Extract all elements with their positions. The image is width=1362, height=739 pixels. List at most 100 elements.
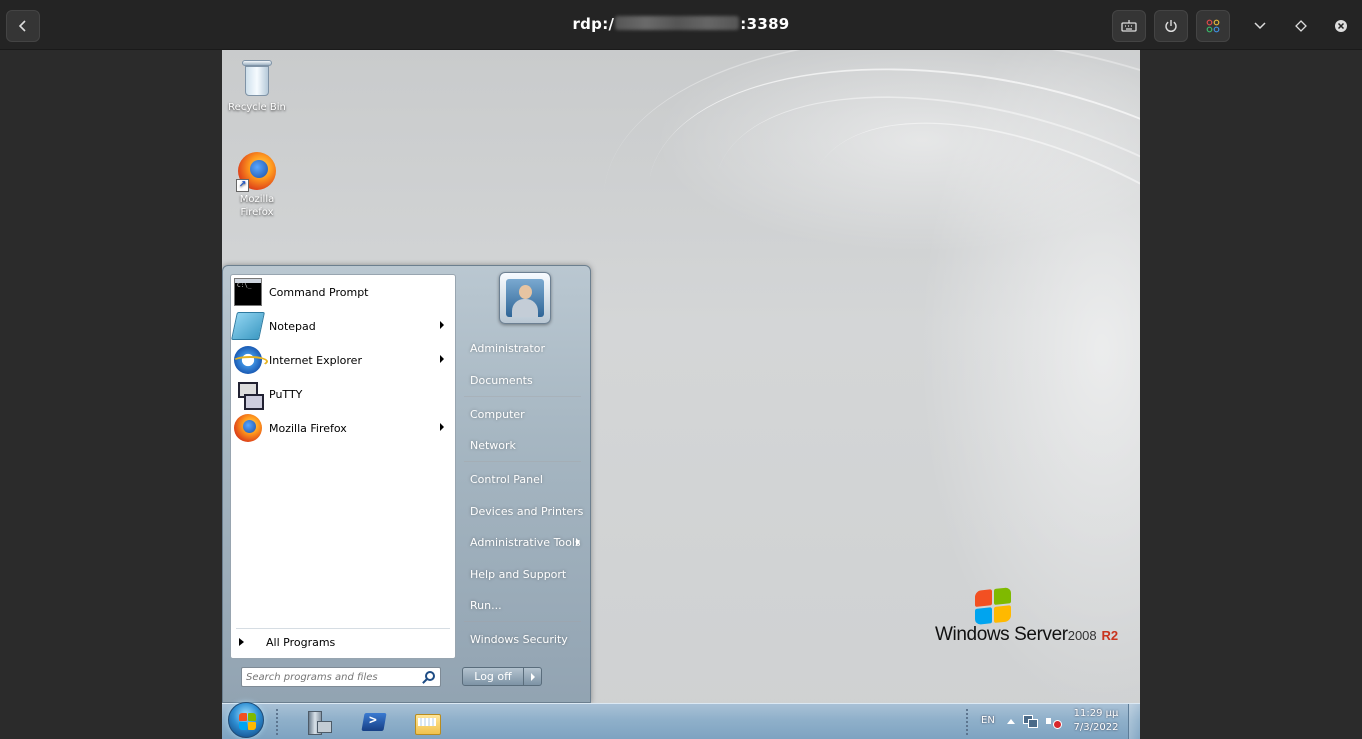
desktop-icon-firefox[interactable]: ↗ Mozilla Firefox <box>222 152 292 219</box>
program-label: Mozilla Firefox <box>269 421 347 435</box>
log-off-button[interactable]: Log off <box>462 667 524 686</box>
search-box[interactable] <box>241 667 441 687</box>
power-button[interactable] <box>1154 10 1188 42</box>
desktop-icon-recycle-bin[interactable]: Recycle Bin <box>222 58 292 114</box>
log-off-control: Log off <box>462 667 542 686</box>
title-suffix: :3389 <box>740 15 790 33</box>
power-icon <box>1165 20 1177 33</box>
redacted-address <box>615 16 740 30</box>
start-link-label: Windows Security <box>470 632 568 646</box>
windows-logo-icon <box>239 722 247 730</box>
all-programs-label: All Programs <box>266 635 336 649</box>
program-item-internet-explorer[interactable]: Internet Explorer <box>232 344 452 376</box>
start-link-label: Administrator <box>470 341 545 355</box>
remote-desktop[interactable]: Recycle Bin ↗ Mozilla Firefox Windows Se… <box>222 50 1140 739</box>
program-label: Internet Explorer <box>269 353 362 367</box>
start-link-help-and-support[interactable]: Help and Support <box>462 562 584 586</box>
user-avatar-icon <box>506 279 544 317</box>
start-menu: Command Prompt Notepad Internet Explorer… <box>222 265 591 703</box>
show-hidden-icons-icon[interactable] <box>1007 719 1015 724</box>
minimize-button[interactable] <box>1245 10 1275 42</box>
program-label: Command Prompt <box>269 285 369 299</box>
program-item-putty[interactable]: PuTTY <box>234 378 452 410</box>
brand-name: Windows Server <box>935 624 1068 645</box>
start-link-label: Computer <box>470 407 525 421</box>
start-link-label: Run... <box>470 598 502 612</box>
maximize-button[interactable] <box>1286 10 1316 42</box>
start-link-label: Network <box>470 438 516 452</box>
submenu-arrow-icon[interactable] <box>440 423 444 431</box>
triangle-right-icon <box>239 638 244 646</box>
submenu-arrow-icon[interactable] <box>440 355 444 363</box>
diamond-icon <box>1295 20 1307 32</box>
apps-button[interactable] <box>1196 10 1230 42</box>
programs-pane: Command Prompt Notepad Internet Explorer… <box>230 274 456 659</box>
desktop-icon-label: Recycle Bin <box>228 102 286 113</box>
putty-icon <box>234 380 264 410</box>
close-icon <box>1335 20 1347 32</box>
search-icon[interactable] <box>425 671 435 681</box>
start-link-administrator[interactable]: Administrator <box>462 336 584 360</box>
powershell-icon[interactable] <box>360 709 388 735</box>
windows-server-logo: Windows Server2008 R2 <box>935 587 1135 647</box>
user-picture[interactable] <box>499 272 551 324</box>
keyboard-icon <box>1121 20 1137 32</box>
network-icon[interactable] <box>1023 715 1038 728</box>
start-link-network[interactable]: Network <box>462 433 584 457</box>
desktop-icon-label: Mozilla Firefox <box>239 194 275 218</box>
submenu-arrow-icon <box>576 538 580 546</box>
clock-date: 7/3/2022 <box>1073 722 1119 733</box>
windows-logo-icon <box>239 713 247 721</box>
chevron-down-icon <box>1254 22 1266 30</box>
divider <box>464 396 581 397</box>
server-manager-icon[interactable] <box>304 709 332 735</box>
firefox-icon <box>234 414 262 442</box>
program-label: PuTTY <box>269 387 303 401</box>
divider <box>464 621 581 622</box>
start-link-label: Help and Support <box>470 567 567 581</box>
tray-grip[interactable] <box>965 708 969 736</box>
start-link-control-panel[interactable]: Control Panel <box>462 467 584 491</box>
start-link-administrative-tools[interactable]: Administrative Tools <box>462 530 584 554</box>
start-link-windows-security[interactable]: Windows Security <box>462 627 584 651</box>
shutdown-options-button[interactable] <box>524 667 542 686</box>
start-link-run[interactable]: Run... <box>462 593 584 617</box>
keyboard-button[interactable] <box>1112 10 1146 42</box>
program-item-firefox[interactable]: Mozilla Firefox <box>234 412 452 444</box>
clock[interactable]: 11:29 μμ 7/3/2022 <box>1071 707 1121 735</box>
recycle-bin-icon <box>242 58 272 98</box>
close-button[interactable] <box>1326 10 1356 42</box>
submenu-arrow-icon[interactable] <box>440 321 444 329</box>
client-header: rdp:/:3389 <box>0 0 1362 50</box>
brand-version: 2008 <box>1067 628 1097 643</box>
program-item-notepad[interactable]: Notepad <box>231 310 452 342</box>
shortcut-arrow-icon: ↗ <box>236 179 249 192</box>
program-item-command-prompt[interactable]: Command Prompt <box>234 276 452 308</box>
internet-explorer-icon <box>232 346 268 374</box>
start-link-label: Control Panel <box>470 472 543 486</box>
apps-grid-icon <box>1206 19 1220 33</box>
start-link-label: Documents <box>470 373 533 387</box>
volume-muted-icon[interactable] <box>1046 715 1062 729</box>
windows-logo-icon <box>248 722 256 730</box>
start-button[interactable] <box>228 702 264 738</box>
taskbar: EN 11:29 μμ 7/3/2022 <box>222 702 1140 739</box>
start-link-computer[interactable]: Computer <box>462 402 584 426</box>
search-input[interactable] <box>246 670 416 684</box>
taskbar-grip[interactable] <box>275 708 279 736</box>
program-label: Notepad <box>269 319 316 333</box>
wallpaper-streak <box>584 50 1140 459</box>
show-desktop-button[interactable] <box>1128 704 1140 739</box>
windows-explorer-icon[interactable] <box>413 709 441 735</box>
brand-edition: R2 <box>1101 628 1119 643</box>
windows-flag-icon <box>975 587 1013 627</box>
all-programs-button[interactable]: All Programs <box>239 631 335 653</box>
windows-logo-icon <box>248 713 256 721</box>
start-link-label: Devices and Printers <box>470 504 584 518</box>
start-link-documents[interactable]: Documents <box>462 368 584 392</box>
command-prompt-icon <box>234 278 262 306</box>
notepad-icon <box>231 312 265 340</box>
language-indicator[interactable]: EN <box>981 715 995 726</box>
start-link-devices-and-printers[interactable]: Devices and Printers <box>462 499 584 523</box>
notification-area: EN 11:29 μμ 7/3/2022 <box>955 704 1140 739</box>
